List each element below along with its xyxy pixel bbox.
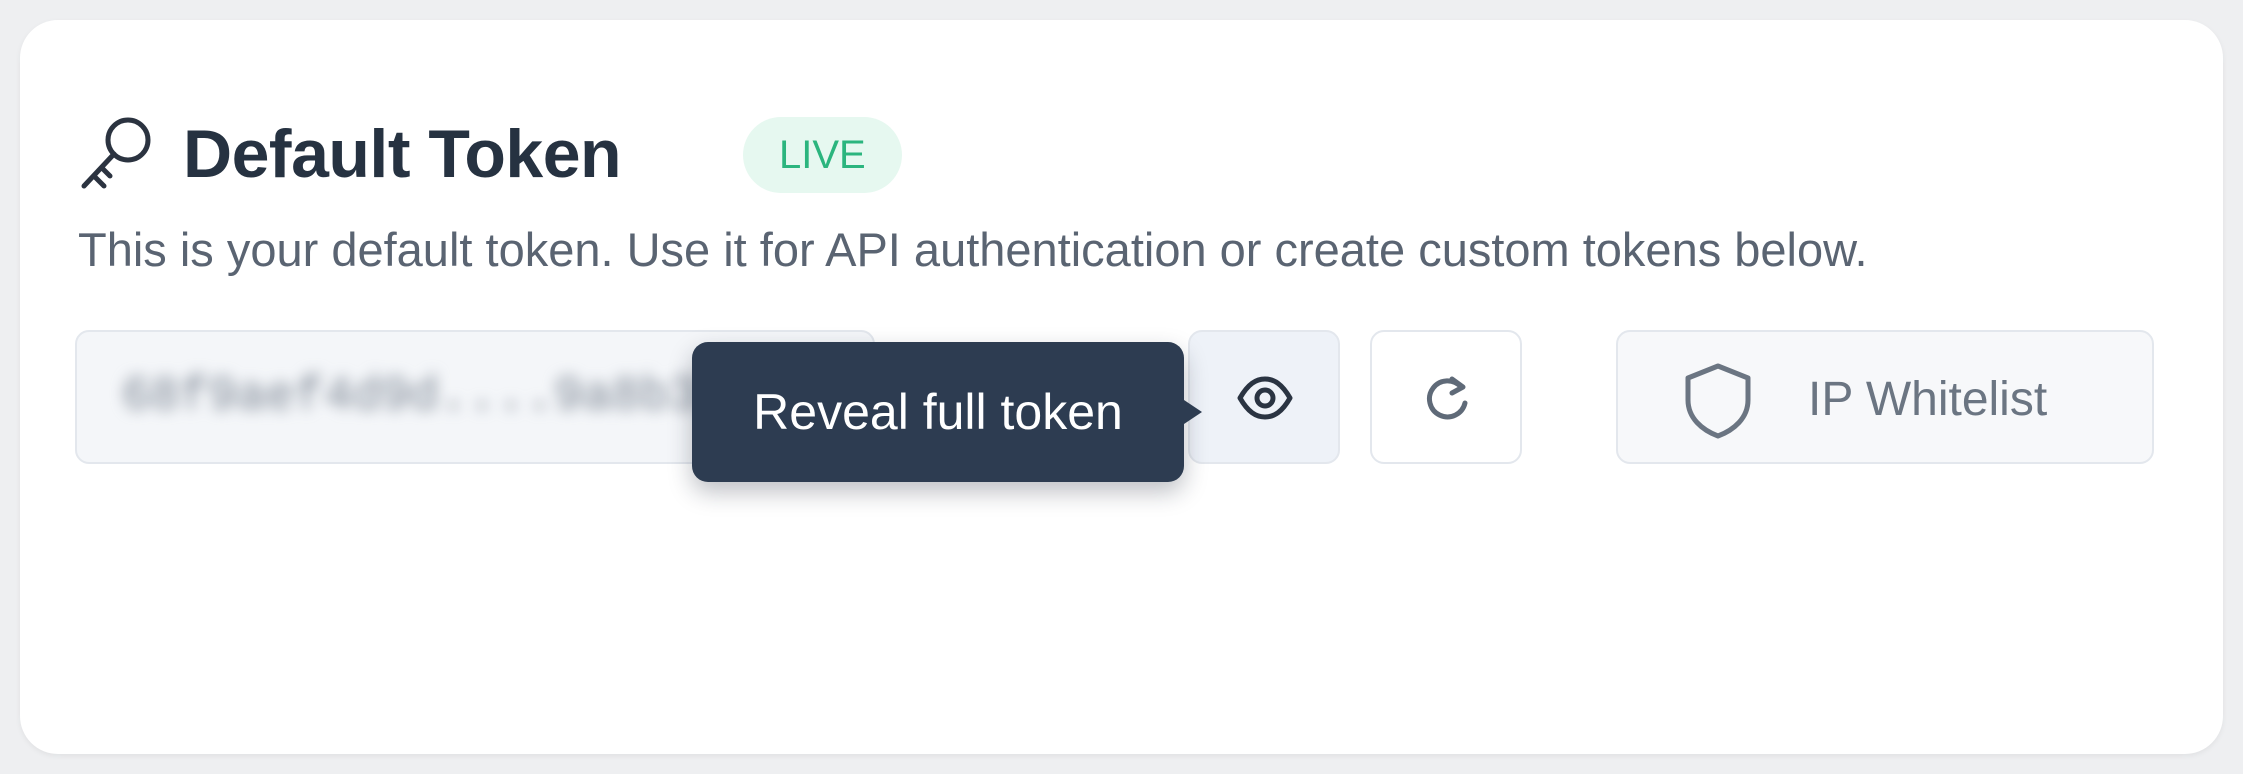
card-title: Default Token — [183, 116, 622, 192]
tooltip-arrow — [1184, 400, 1202, 424]
refresh-icon — [1427, 376, 1468, 420]
card-description: This is your default token. Use it for A… — [78, 223, 1868, 276]
shield-icon — [1685, 363, 1751, 439]
reveal-token-button[interactable] — [1188, 330, 1340, 464]
eye-icon — [1237, 376, 1293, 420]
reveal-token-tooltip: Reveal full token — [692, 342, 1202, 482]
tooltip-text: Reveal full token — [753, 384, 1123, 440]
key-icon — [78, 112, 158, 192]
ip-whitelist-button[interactable]: IP Whitelist — [1616, 330, 2154, 464]
token-value: 68f9aef4d9d....9a8b3 — [122, 370, 699, 424]
refresh-token-button[interactable] — [1370, 330, 1522, 464]
status-badge: LIVE — [743, 117, 902, 193]
default-token-card: Default Token LIVE This is your default … — [20, 20, 2223, 754]
ip-whitelist-label: IP Whitelist — [1808, 373, 2048, 426]
